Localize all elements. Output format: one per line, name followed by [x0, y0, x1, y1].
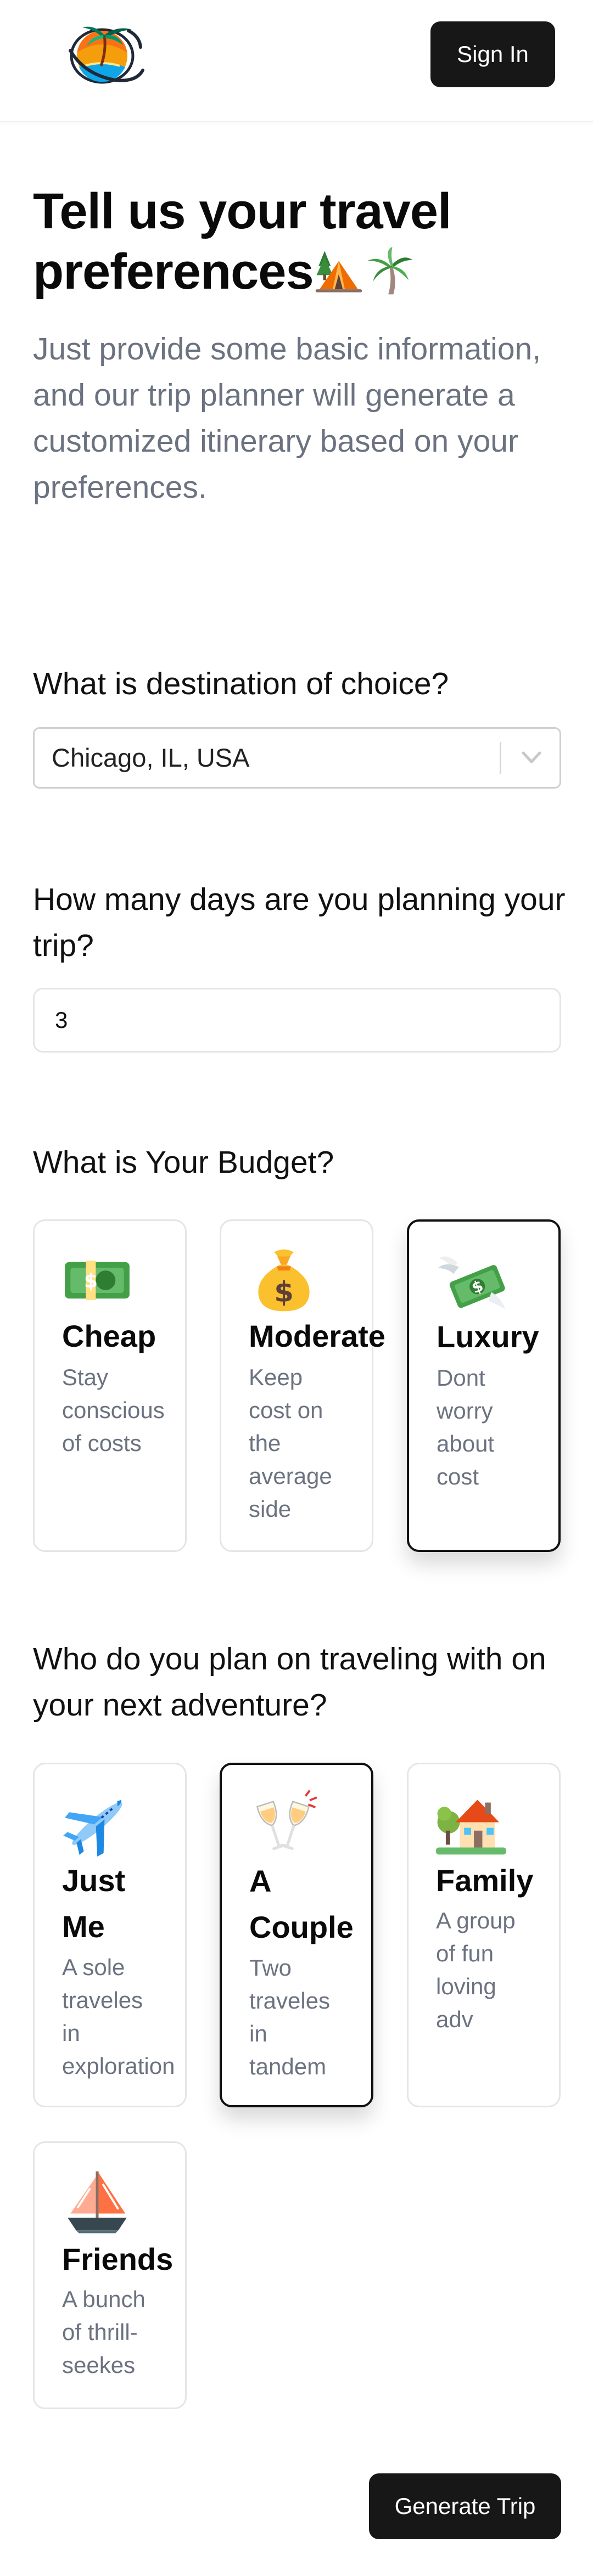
travelers-question: Who do you plan on traveling with on you… — [33, 1641, 546, 1723]
sign-in-button[interactable]: Sign In — [430, 21, 555, 87]
traveler-option-title: Just Me — [62, 1863, 126, 1944]
dollar-banknote-icon — [62, 1245, 132, 1315]
traveler-option-desc: A sole traveles in exploration — [62, 1954, 175, 2079]
traveler-card-friends[interactable]: Friends A bunch of thrill- seekes — [33, 2141, 187, 2409]
budget-option-title: Luxury — [437, 1319, 539, 1354]
chevron-down-icon[interactable] — [518, 746, 545, 769]
top-nav: Sign In — [0, 0, 593, 122]
page-subtitle: Just provide some basic information, and… — [33, 331, 541, 505]
tropical-island-globe-logo-icon — [69, 26, 144, 84]
budget-option-desc: Keep cost on the average side — [249, 1364, 332, 1522]
days-input[interactable] — [33, 988, 561, 1053]
money-with-wings-icon — [437, 1246, 507, 1316]
traveler-option-desc: Two traveles in tandem — [249, 1955, 331, 2079]
money-bag-icon — [249, 1245, 319, 1315]
budget-option-desc: Dont worry about cost — [437, 1365, 495, 1489]
logo[interactable] — [63, 20, 146, 87]
traveler-option-title: A Couple — [249, 1864, 354, 1944]
traveler-option-desc: A bunch of thrill- seekes — [62, 2286, 146, 2378]
budget-question: What is Your Budget? — [33, 1145, 334, 1180]
traveler-card-family[interactable]: Family A group of fun loving adv — [407, 1763, 561, 2107]
select-separator — [500, 742, 501, 774]
page-title: Tell us your travel preferences — [33, 181, 560, 302]
sailboat-icon — [62, 2167, 132, 2237]
budget-card-luxury[interactable]: Luxury Dont worry about cost — [407, 1219, 561, 1552]
traveler-card-a-couple[interactable]: A Couple Two traveles in tandem — [220, 1763, 373, 2107]
traveler-option-desc: A group of fun loving adv — [436, 1908, 516, 2032]
traveler-option-title: Friends — [62, 2242, 174, 2276]
destination-value: Chicago, IL, USA — [52, 743, 250, 772]
budget-card-moderate[interactable]: Moderate Keep cost on the average side — [220, 1219, 385, 1552]
days-question: How many days are you planning your trip… — [33, 882, 566, 963]
budget-option-desc: Stay conscious of costs — [62, 1364, 165, 1456]
traveler-card-just-me[interactable]: Just Me A sole traveles in exploration — [33, 1763, 187, 2107]
generate-trip-button[interactable]: Generate Trip — [369, 2473, 561, 2539]
palm-tree-icon — [364, 246, 415, 296]
budget-option-title: Moderate — [249, 1319, 385, 1353]
destination-question: What is destination of choice? — [33, 666, 449, 701]
camping-tent-icon — [314, 246, 364, 296]
budget-card-cheap[interactable]: Cheap Stay conscious of costs — [33, 1219, 187, 1552]
budget-option-title: Cheap — [62, 1319, 156, 1353]
clinking-glasses-icon — [249, 1789, 320, 1859]
house-with-garden-icon — [436, 1788, 506, 1859]
destination-select[interactable]: Chicago, IL, USA — [33, 727, 561, 789]
airplane-icon — [62, 1788, 132, 1859]
traveler-option-title: Family — [436, 1863, 534, 1898]
